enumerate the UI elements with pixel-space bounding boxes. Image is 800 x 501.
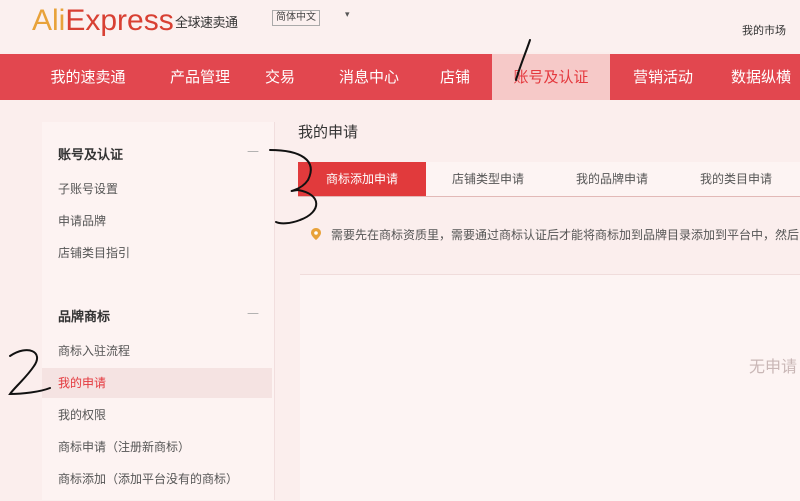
sidebar-item-category-guide[interactable]: 店铺类目指引 [58, 244, 130, 261]
notice-text: 需要先在商标资质里，需要通过商标认证后才能将商标加到品牌目录添加到平台中，然后 [331, 228, 800, 242]
page-title: 我的申请 [298, 123, 359, 141]
nav-item-my-aliexpress[interactable]: 我的速卖通 [38, 54, 138, 100]
nav-item-store[interactable]: 店铺 [430, 54, 480, 100]
collapse-icon[interactable]: — [247, 306, 259, 320]
my-market-link[interactable]: 我的市场 [742, 22, 786, 38]
logo-subtitle: 全球速卖通 [175, 16, 238, 31]
sidebar-item-apply-brand[interactable]: 申请品牌 [58, 212, 106, 229]
sidebar-item-my-applications[interactable]: 我的申请 [58, 374, 106, 391]
nav-item-marketing[interactable]: 营销活动 [620, 54, 706, 100]
sidebar-item-sub-account[interactable]: 子账号设置 [58, 180, 118, 197]
empty-state-text: 无申请 [749, 357, 798, 376]
application-tabs: 商标添加申请 店铺类型申请 我的品牌申请 我的类目申请 [298, 162, 800, 197]
main-nav: 我的速卖通 产品管理 交易 消息中心 店铺 账号及认证 营销活动 数据纵横 [0, 54, 800, 100]
sidebar-section-brand: 品牌商标 [58, 310, 111, 325]
language-selector[interactable]: 简体中文 [272, 10, 320, 26]
nav-item-products[interactable]: 产品管理 [156, 54, 244, 100]
tab-brand-application[interactable]: 我的品牌申请 [550, 162, 674, 196]
notice-bar: 需要先在商标资质里，需要通过商标认证后才能将商标加到品牌目录添加到平台中，然后 [300, 222, 800, 248]
chevron-down-icon[interactable]: ▾ [345, 10, 350, 20]
aliexpress-logo[interactable]: AliExpress [32, 4, 174, 38]
tab-trademark-add[interactable]: 商标添加申请 [298, 162, 426, 196]
sidebar-item-register-trademark[interactable]: 商标申请（注册新商标） [58, 438, 190, 455]
nav-item-data[interactable]: 数据纵横 [722, 54, 800, 100]
warning-icon [311, 228, 321, 240]
sidebar-item-add-trademark[interactable]: 商标添加（添加平台没有的商标） [58, 470, 238, 487]
logo-express: Express [65, 4, 174, 37]
nav-item-account-verification[interactable]: 账号及认证 [492, 54, 610, 100]
sidebar-item-trademark-process[interactable]: 商标入驻流程 [58, 342, 130, 359]
nav-item-transactions[interactable]: 交易 [258, 54, 302, 100]
applications-content: 无申请 [300, 274, 800, 501]
sidebar-section-account: 账号及认证 [58, 148, 124, 163]
sidebar: 账号及认证 — 子账号设置 申请品牌 店铺类目指引 品牌商标 — 商标入驻流程 … [42, 122, 275, 500]
header: AliExpress 全球速卖通 简体中文 ▾ 我的市场 [0, 0, 800, 52]
nav-item-messages[interactable]: 消息中心 [326, 54, 412, 100]
logo-ali: Ali [32, 4, 66, 37]
collapse-icon[interactable]: — [247, 144, 259, 158]
tab-category-application[interactable]: 我的类目申请 [674, 162, 798, 196]
sidebar-item-my-permissions[interactable]: 我的权限 [58, 406, 106, 423]
tab-store-type[interactable]: 店铺类型申请 [426, 162, 550, 196]
